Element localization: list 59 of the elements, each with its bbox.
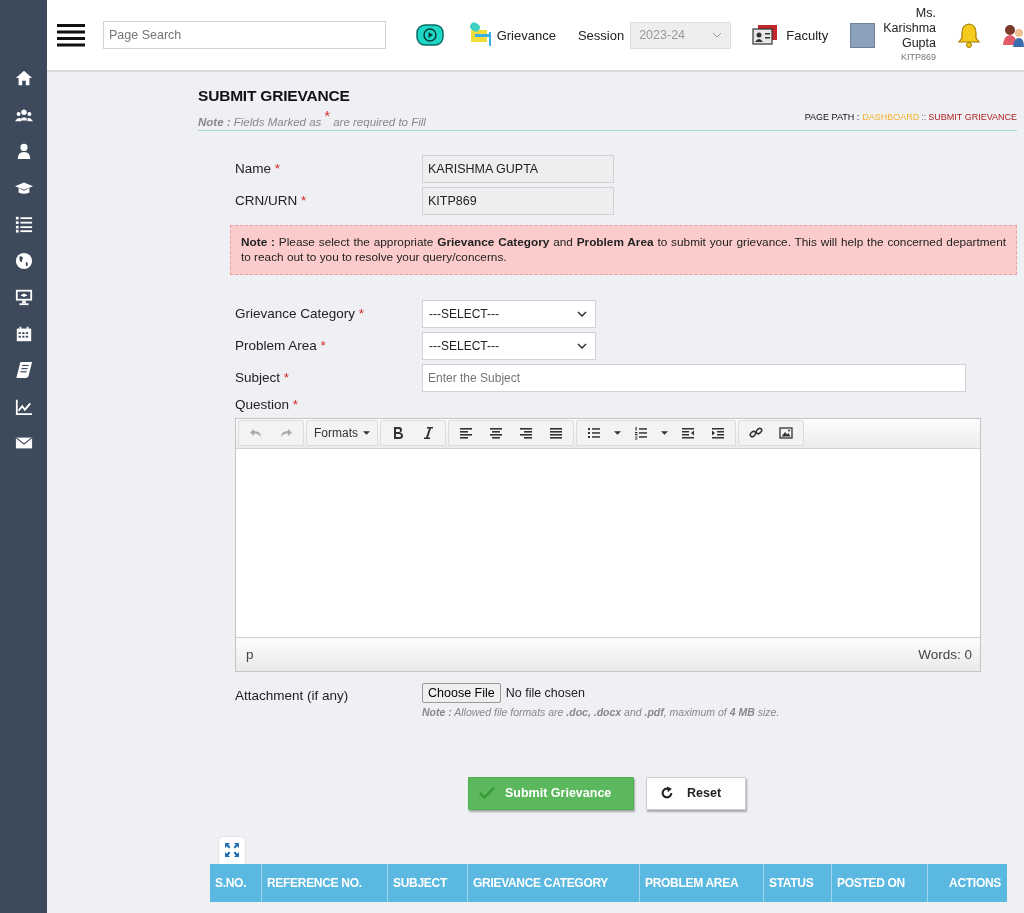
column-header: ACTIONS (948, 874, 1002, 892)
column-header: S.NO. (210, 863, 262, 902)
user-name: Karishma (883, 21, 936, 36)
column-header: POSTED ON (832, 863, 928, 902)
refresh-icon (659, 786, 675, 801)
expand-icon (224, 842, 240, 859)
user-name: Ms. (915, 6, 936, 21)
play-icon[interactable] (415, 24, 444, 46)
menu-icon[interactable] (57, 23, 85, 47)
word-count: Words: 0 (918, 646, 972, 662)
people-icon[interactable] (1003, 23, 1024, 47)
breadcrumb-current: SUBMIT GRIEVANCE (928, 111, 1017, 122)
select-field[interactable]: ---SELECT--- (422, 299, 596, 328)
chevron-down-icon (712, 32, 723, 38)
calendar-icon[interactable] (14, 324, 33, 343)
user-name: Gupta (901, 36, 936, 51)
user-id: KITP869 (900, 51, 936, 64)
field-label: Name * (235, 161, 282, 177)
column-header: SUBJECT (388, 863, 468, 902)
column-header: STATUS (764, 863, 832, 902)
grievance-link[interactable]: Grievance (496, 27, 556, 43)
globe-icon[interactable] (14, 251, 33, 270)
search-field[interactable]: Page Search (103, 21, 386, 49)
field-label: Grievance Category * (235, 306, 366, 322)
page-title: SUBMIT GRIEVANCE (198, 87, 351, 105)
select-field[interactable]: ---SELECT--- (422, 331, 596, 360)
list-icon[interactable] (14, 215, 33, 233)
field-label: Attachment (if any) (235, 686, 350, 703)
id-card-icon[interactable] (752, 24, 779, 46)
chart-icon[interactable] (14, 397, 33, 416)
bell-icon[interactable] (957, 22, 981, 48)
subject-field[interactable]: Enter the Subject (422, 363, 966, 392)
file-status: No file chosen (505, 685, 585, 700)
field-label: CRN/URN * (235, 193, 308, 209)
avatar-placeholder[interactable] (850, 22, 876, 48)
field-label: Subject * (235, 370, 291, 386)
notice-banner: Note : Please select the appropriate Grievance Category and Problem Area to submit your grievance. This will help the concerned department to reach out to you to resolve your query/concerns. (230, 224, 1017, 275)
session-label: Session (577, 27, 625, 43)
column-header: GRIEVANCE CATEGORY (468, 863, 640, 902)
checkmark-icon (479, 786, 495, 801)
field-label: Problem Area * (235, 338, 327, 354)
breadcrumb-separator: :: (921, 111, 927, 122)
element-path: p (246, 646, 254, 662)
caret-icon (363, 431, 370, 436)
home-icon[interactable] (14, 69, 33, 87)
choose-file-button[interactable]: Choose File (422, 682, 501, 703)
expand-button[interactable] (219, 836, 245, 864)
document-icon[interactable] (14, 361, 33, 379)
column-header: PROBLEM AREA (640, 863, 764, 902)
readonly-field: KITP869 (422, 186, 614, 215)
page-path-label: PAGE PATH : (804, 111, 860, 122)
field-label: Question * (235, 397, 300, 413)
chevron-down-icon (577, 310, 587, 317)
faculty-link[interactable]: Faculty (786, 27, 829, 43)
monitor-icon[interactable] (14, 288, 33, 306)
chevron-down-icon (577, 342, 587, 349)
column-header: REFERENCE NO. (262, 863, 388, 902)
reset-button[interactable]: Reset (646, 776, 746, 810)
readonly-field: KARISHMA GUPTA (422, 154, 614, 183)
